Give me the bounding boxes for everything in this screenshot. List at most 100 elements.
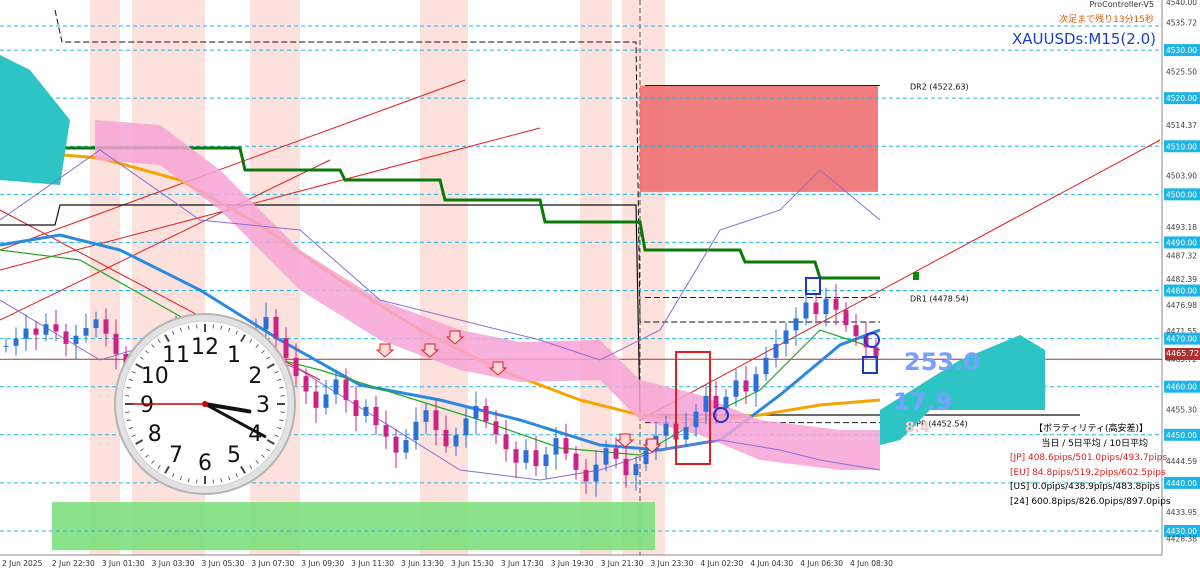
x-tick-label: 4 Jun 08:30 (850, 559, 893, 568)
candle-body (573, 453, 579, 470)
candle-body (633, 464, 639, 476)
candle-body (623, 458, 629, 476)
y-tick-label: 4500.00 (1166, 190, 1197, 199)
x-tick-label: 2 Jun 22:30 (52, 559, 95, 568)
candle-body (343, 379, 349, 401)
x-tick-label: 3 Jun 09:30 (301, 559, 344, 568)
x-tick-label: 3 Jun 17:30 (501, 559, 544, 568)
clock-numeral: 3 (256, 393, 270, 418)
clock-numeral: 8 (148, 422, 162, 447)
candle-body (423, 410, 429, 422)
candle-body (663, 423, 669, 436)
support-zone (52, 502, 655, 551)
candle-body (73, 335, 79, 344)
candle-body (43, 324, 49, 335)
y-tick-label: 4487.32 (1166, 251, 1197, 260)
candle-body (853, 325, 859, 337)
candle-body (553, 438, 559, 455)
volatility-subtitle: 当日 / 5日平均 / 10日平均 (1041, 438, 1148, 449)
y-tick-label: 4510.00 (1166, 142, 1197, 151)
candle-body (803, 302, 809, 319)
y-tick-label: 4470.00 (1166, 335, 1197, 344)
clock-numeral: 11 (162, 343, 190, 368)
candle-body (713, 395, 719, 409)
candle-body (103, 319, 109, 334)
clock-center (202, 401, 208, 407)
candle-body (543, 454, 549, 467)
candle-body (793, 318, 799, 331)
candle-body (753, 374, 759, 392)
candle-body (463, 418, 469, 436)
candle-body (483, 405, 489, 422)
pivot-label: DR2 (4522.63) (910, 83, 969, 92)
symbol-title: XAUUSDs:M15(2.0) (1011, 30, 1156, 48)
candle-body (473, 405, 479, 419)
x-tick-label: 3 Jun 13:30 (401, 559, 444, 568)
candle-body (533, 450, 539, 467)
candle-body (643, 450, 649, 465)
candle-body (353, 400, 359, 417)
y-tick-label: 4493.18 (1166, 223, 1197, 232)
green-marker (913, 272, 919, 280)
candle-body (603, 448, 609, 465)
y-tick-label: 4433.95 (1166, 508, 1197, 517)
y-tick-label: 4440.00 (1166, 479, 1197, 488)
clock-numeral: 2 (248, 364, 262, 389)
y-tick-label: 4455.30 (1166, 405, 1197, 414)
candle-body (763, 357, 769, 375)
x-tick-label: 3 Jun 01:30 (102, 559, 145, 568)
candle-body (813, 302, 819, 315)
candle-body (513, 449, 519, 463)
resistance-zone (640, 85, 878, 192)
clock-numeral: 1 (227, 343, 241, 368)
y-tick-label: 4450.00 (1166, 431, 1197, 440)
pivot-label: DR1 (4478.54) (910, 295, 969, 304)
candle-body (733, 380, 739, 397)
overlay-value-1: 253.0 (904, 348, 980, 376)
volatility-row-eu: [EU] 84.8pips/519.2pips/602.5pips (1010, 467, 1166, 478)
clock-numeral: 7 (169, 443, 183, 468)
current-price-tag: 4465.72 (1165, 348, 1200, 360)
x-tick-label: 3 Jun 03:30 (152, 559, 195, 568)
candle-body (503, 434, 509, 450)
session-band (420, 0, 468, 555)
clock-numeral: 5 (227, 443, 241, 468)
chart-window[interactable]: DR2 (4522.63) DR1 (4478.54) DPP (4452.54) … (0, 0, 1200, 570)
candle-body (393, 436, 399, 453)
y-tick-label: 4482.39 (1166, 275, 1197, 284)
candle-body (833, 298, 839, 310)
candle-body (693, 411, 699, 428)
y-tick-label: 4514.37 (1166, 121, 1197, 130)
signal-square (805, 277, 821, 295)
candle-body (683, 427, 689, 440)
candle-body (313, 391, 319, 408)
candle-body (773, 343, 779, 358)
clock-numeral: 6 (198, 451, 212, 476)
y-tick-label: 4520.00 (1166, 94, 1197, 103)
x-tick-label: 3 Jun 15:30 (451, 559, 494, 568)
candle-body (3, 345, 9, 347)
candle-body (723, 396, 729, 409)
candle-body (303, 376, 309, 392)
candle-body (363, 406, 369, 417)
candle-body (53, 324, 59, 332)
bar-countdown: 次足まで残り13分15秒 (1059, 15, 1154, 25)
volatility-row-24: [24] 600.8pips/826.0pips/897.0pips (1010, 496, 1171, 507)
candle-body (443, 429, 449, 447)
clock-numeral: 9 (140, 393, 154, 418)
y-tick-label: 4525.50 (1166, 68, 1197, 77)
candle-body (453, 435, 459, 447)
sell-arrow (375, 343, 395, 358)
candle-body (403, 440, 409, 453)
y-tick-label: 4480.00 (1166, 287, 1197, 296)
candle-body (23, 328, 29, 339)
y-tick-label: 4540.00 (1166, 0, 1197, 7)
candle-body (493, 421, 499, 435)
x-tick-label: 4 Jun 04:30 (750, 559, 793, 568)
y-tick-label: 4476.98 (1166, 301, 1197, 310)
candle-body (323, 394, 329, 408)
candle-body (743, 380, 749, 392)
volatility-panel: 【ボラティリティ(高安差)】 当日 / 5日平均 / 10日平均 [JP] 40… (1010, 422, 1171, 509)
y-tick-label: 4428.38 (1166, 535, 1197, 544)
candle-body (593, 464, 599, 482)
